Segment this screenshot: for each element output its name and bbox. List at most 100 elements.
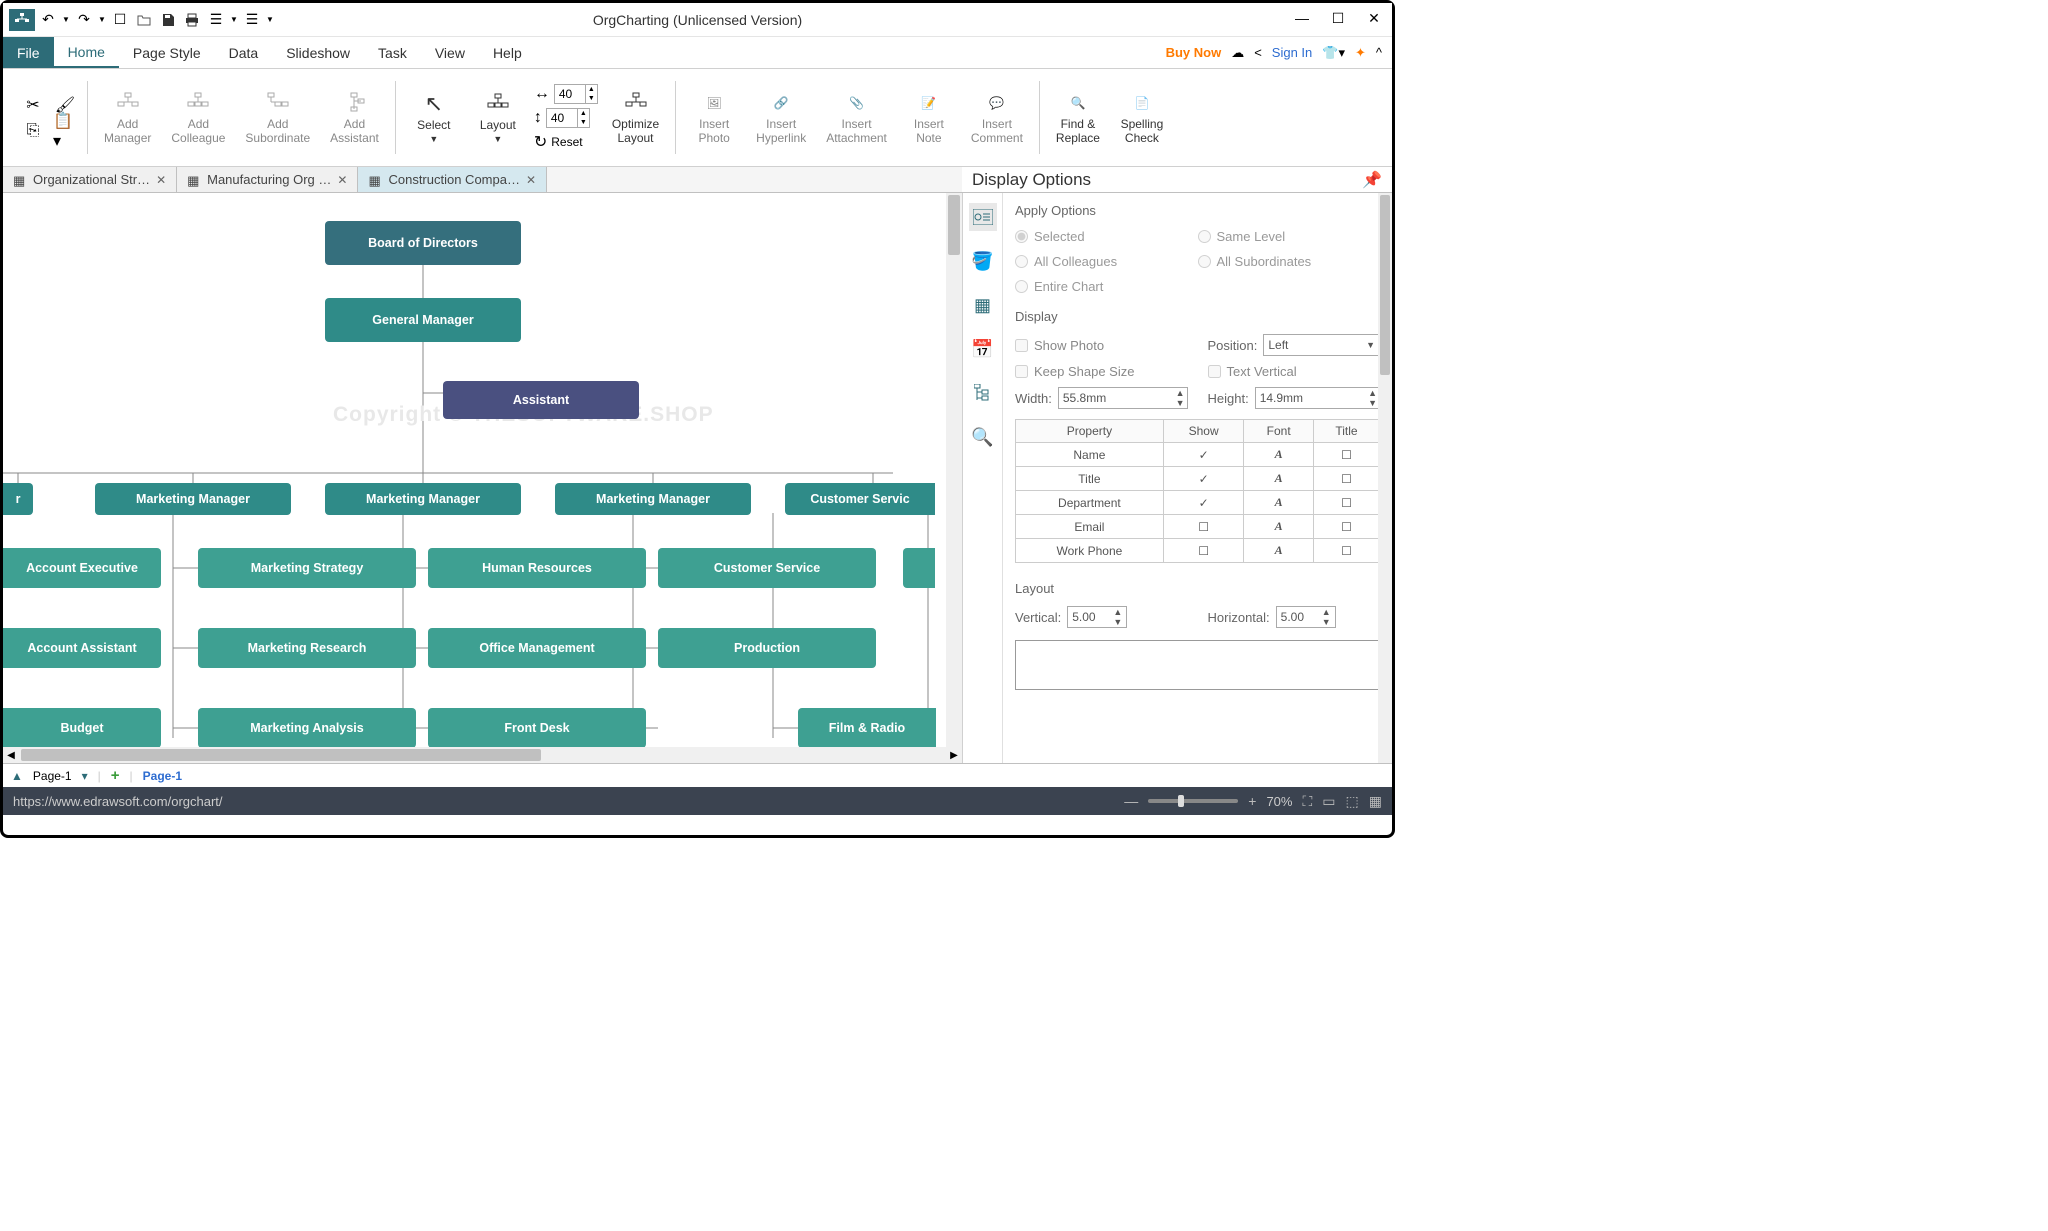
options-caret[interactable]: ▼ [229, 9, 239, 31]
list-caret[interactable]: ▼ [265, 9, 275, 31]
cloud-icon[interactable]: ☁ [1231, 45, 1244, 61]
node-gm[interactable]: General Manager [325, 298, 521, 342]
node-assistant[interactable]: Assistant [443, 381, 639, 419]
position-combo[interactable]: Left▼ [1263, 334, 1380, 356]
node-c1a[interactable]: Account Executive [3, 548, 161, 588]
zoom-slider[interactable] [1148, 799, 1238, 803]
horizontal-scrollbar[interactable]: ◀ ▶ [3, 747, 962, 763]
copy-button[interactable]: ⎘ [21, 119, 45, 143]
pin-icon[interactable]: 📌 [1362, 170, 1382, 190]
horizontal-spinner[interactable]: 5.00▲▼ [1276, 606, 1336, 628]
add-manager-button[interactable]: Add Manager [98, 87, 157, 149]
apps-icon[interactable]: ✦ [1355, 45, 1366, 61]
menu-data[interactable]: Data [215, 37, 273, 68]
node-c5a[interactable] [903, 548, 935, 588]
node-c2b[interactable]: Marketing Research [198, 628, 416, 668]
scroll-left-icon[interactable]: ◀ [3, 747, 19, 763]
select-button[interactable]: ↖Select▼ [406, 88, 462, 148]
node-m0[interactable]: r [3, 483, 33, 515]
insert-photo-button[interactable]: 🖼Insert Photo [686, 87, 742, 149]
node-m1[interactable]: Marketing Manager [95, 483, 291, 515]
close-icon[interactable]: ✕ [337, 173, 347, 187]
menu-page-style[interactable]: Page Style [119, 37, 215, 68]
add-assistant-button[interactable]: Add Assistant [324, 87, 385, 149]
share-icon[interactable]: < [1254, 45, 1262, 60]
optimize-layout-button[interactable]: Optimize Layout [606, 87, 665, 149]
node-c3b[interactable]: Office Management [428, 628, 646, 668]
node-m2[interactable]: Marketing Manager [325, 483, 521, 515]
node-c1b[interactable]: Account Assistant [3, 628, 161, 668]
close-icon[interactable]: ✕ [526, 173, 536, 187]
node-c2c[interactable]: Marketing Analysis [198, 708, 416, 748]
menu-slideshow[interactable]: Slideshow [272, 37, 364, 68]
hspace-spinner[interactable]: 40▲▼ [554, 84, 598, 104]
grid-icon[interactable]: ▦ [1369, 793, 1382, 810]
canvas[interactable]: Copyright © THESOFTWARE.SHOP Board of Di… [3, 193, 962, 763]
vertical-spinner[interactable]: 5.00▲▼ [1067, 606, 1127, 628]
node-c3a[interactable]: Human Resources [428, 548, 646, 588]
close-button[interactable]: ✕ [1356, 3, 1392, 33]
vspace-spinner[interactable]: 40▲▼ [546, 108, 590, 128]
tab-fill-icon[interactable]: 🪣 [969, 247, 997, 275]
close-icon[interactable]: ✕ [156, 173, 166, 187]
vertical-scrollbar[interactable] [946, 193, 962, 763]
node-bod[interactable]: Board of Directors [325, 221, 521, 265]
maximize-button[interactable]: ☐ [1320, 3, 1356, 33]
page-nav-caret-icon[interactable]: ▾ [82, 769, 88, 783]
radio-all-subordinates[interactable]: All Subordinates [1198, 249, 1381, 274]
node-c3c[interactable]: Front Desk [428, 708, 646, 748]
menu-task[interactable]: Task [364, 37, 421, 68]
options-button[interactable]: ☰ [205, 9, 227, 31]
check-show-photo[interactable]: Show Photo [1015, 330, 1188, 360]
scroll-right-icon[interactable]: ▶ [946, 747, 962, 763]
tab-calendar-icon[interactable]: 📅 [969, 335, 997, 363]
radio-all-colleagues[interactable]: All Colleagues [1015, 249, 1198, 274]
undo-caret[interactable]: ▼ [61, 9, 71, 31]
menu-help[interactable]: Help [479, 37, 536, 68]
find-replace-button[interactable]: 🔍Find & Replace [1050, 87, 1106, 149]
sign-in-link[interactable]: Sign In [1272, 45, 1312, 60]
page-tab-1[interactable]: Page-1 [143, 769, 182, 783]
tab-search-icon[interactable]: 🔍 [969, 423, 997, 451]
zoom-out-button[interactable]: — [1124, 793, 1138, 809]
app-icon[interactable] [9, 9, 35, 31]
insert-note-button[interactable]: 📝Insert Note [901, 87, 957, 149]
radio-selected[interactable]: Selected [1015, 224, 1198, 249]
collapse-ribbon-icon[interactable]: ^ [1376, 45, 1382, 60]
node-c4a[interactable]: Customer Service [658, 548, 876, 588]
redo-caret[interactable]: ▼ [97, 9, 107, 31]
buy-now-link[interactable]: Buy Now [1166, 45, 1222, 60]
add-subordinate-button[interactable]: Add Subordinate [239, 87, 316, 149]
radio-entire-chart[interactable]: Entire Chart [1015, 274, 1198, 299]
height-spinner[interactable]: 14.9mm▲▼ [1255, 387, 1380, 409]
redo-button[interactable]: ↷ [73, 9, 95, 31]
node-m3[interactable]: Marketing Manager [555, 483, 751, 515]
page-nav-up-icon[interactable]: ▲ [11, 769, 23, 783]
panel-scrollbar[interactable] [1378, 193, 1392, 763]
save-button[interactable] [157, 9, 179, 31]
tshirt-icon[interactable]: 👕▾ [1322, 45, 1345, 61]
insert-attachment-button[interactable]: 📎Insert Attachment [820, 87, 893, 149]
layout-button[interactable]: Layout▼ [470, 88, 526, 148]
fit-selection-icon[interactable]: ⛶ [1302, 793, 1312, 810]
minimize-button[interactable]: — [1284, 3, 1320, 33]
cut-button[interactable]: ✂ [21, 93, 45, 117]
fit-page-icon[interactable]: ▭ [1322, 793, 1335, 810]
node-c4b[interactable]: Production [658, 628, 876, 668]
print-button[interactable] [181, 9, 203, 31]
new-button[interactable]: ☐ [109, 9, 131, 31]
tab-grid-icon[interactable]: ▦ [969, 291, 997, 319]
zoom-in-button[interactable]: + [1248, 793, 1256, 809]
check-keep-shape[interactable]: Keep Shape Size [1015, 360, 1188, 383]
doctab-2[interactable]: ▦Construction Compa…✕ [358, 167, 547, 192]
paste-button[interactable]: 📋▾ [53, 119, 77, 143]
tab-card-icon[interactable] [969, 203, 997, 231]
fit-width-icon[interactable]: ⬚ [1346, 793, 1359, 810]
check-text-vertical[interactable]: Text Vertical [1208, 360, 1381, 383]
node-m4[interactable]: Customer Servic [785, 483, 935, 515]
insert-comment-button[interactable]: 💬Insert Comment [965, 87, 1029, 149]
menu-view[interactable]: View [421, 37, 479, 68]
node-c4c[interactable]: Film & Radio [798, 708, 936, 748]
doctab-1[interactable]: ▦Manufacturing Org …✕ [177, 167, 358, 192]
reset-button[interactable]: ↻Reset [534, 132, 598, 152]
